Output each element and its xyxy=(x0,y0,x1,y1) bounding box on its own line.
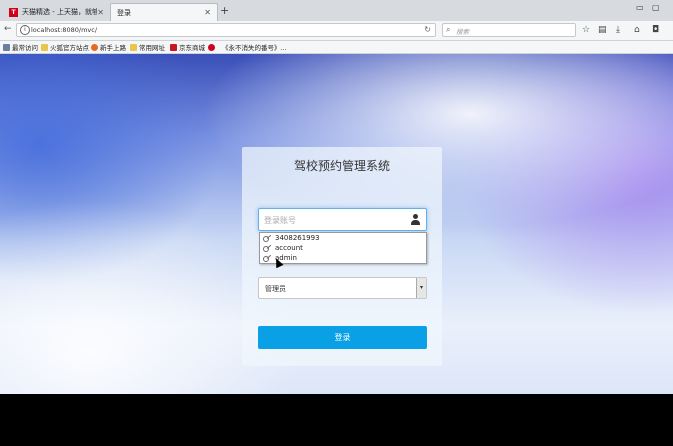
account-placeholder: 登录账号 xyxy=(264,216,296,225)
bookmark-item[interactable]: 新手上路 xyxy=(91,42,126,52)
tmall-favicon-icon: T xyxy=(9,7,18,17)
tab-tmall[interactable]: T 天猫精选 - 上天猫，就够了 ✕ xyxy=(3,3,110,21)
bookmark-label: 常用网址 xyxy=(139,44,165,52)
pocket-icon[interactable]: ◘ xyxy=(652,25,659,35)
autocomplete-label: 3408261993 xyxy=(275,234,320,242)
bookmark-item[interactable]: 最常访问 xyxy=(3,42,38,52)
autocomplete-dropdown: 3408261993 account admin xyxy=(259,232,427,264)
bookmarks-bar: 最常访问 火狐官方站点 新手上路 常用网址 京东商城 《永不消失的番号》... xyxy=(0,41,673,54)
bookmark-star-icon[interactable]: ☆ xyxy=(582,25,590,35)
folder-icon xyxy=(41,43,48,51)
autocomplete-item[interactable]: 3408261993 xyxy=(260,233,426,243)
chevron-down-icon[interactable]: ▾ xyxy=(416,278,426,298)
search-placeholder: 搜索 xyxy=(456,28,469,36)
key-icon xyxy=(263,255,272,262)
new-tab-button[interactable]: + xyxy=(220,4,229,17)
close-tab-icon[interactable]: ✕ xyxy=(204,8,211,17)
search-icon: ⌕ xyxy=(446,25,451,34)
navigation-bar: ← i localhost:8080/mvc/ ↻ ⌕ 搜索 ☆ ▤ ⤓ ⌂ ◘ xyxy=(0,21,673,41)
autocomplete-label: account xyxy=(275,244,303,252)
bookmark-label: 新手上路 xyxy=(100,44,126,52)
autocomplete-item[interactable]: account xyxy=(260,243,426,253)
role-select[interactable]: 管理员 ▾ xyxy=(258,277,427,299)
back-icon[interactable]: ← xyxy=(4,24,12,34)
bookmark-item[interactable]: 京东商城 xyxy=(170,42,205,52)
key-icon xyxy=(263,235,272,242)
bookmark-label: 《永不消失的番号》... xyxy=(222,44,287,52)
folder-icon xyxy=(130,43,137,51)
user-icon xyxy=(411,214,420,225)
url-bar[interactable]: i localhost:8080/mvc/ ↻ xyxy=(16,23,436,37)
download-icon[interactable]: ⤓ xyxy=(616,25,620,35)
login-button[interactable]: 登录 xyxy=(258,326,427,349)
jd-icon xyxy=(170,43,177,51)
firefox-icon xyxy=(91,43,98,51)
bookmarks-list-icon xyxy=(3,43,10,51)
bookmark-label: 京东商城 xyxy=(179,44,205,52)
page-title: 驾校预约管理系统 xyxy=(293,159,390,173)
account-input[interactable]: 登录账号 xyxy=(258,208,427,231)
bookmark-item[interactable]: 常用网址 xyxy=(130,42,165,52)
url-text: localhost:8080/mvc/ xyxy=(31,26,98,34)
video-icon xyxy=(208,43,215,51)
tab-login[interactable]: 登录 ✕ xyxy=(110,3,218,21)
tab-title: 登录 xyxy=(117,8,131,17)
tab-title: 天猫精选 - 上天猫，就够了 xyxy=(22,8,98,16)
page-background: 驾校预约管理系统 登录账号 3408261993 account admin 管… xyxy=(0,54,673,394)
bookmark-label: 火狐官方站点 xyxy=(50,44,89,52)
search-input[interactable]: ⌕ 搜索 xyxy=(442,23,576,37)
close-tab-icon[interactable]: ✕ xyxy=(97,8,104,17)
bookmark-label: 最常访问 xyxy=(12,44,38,52)
minimize-icon[interactable]: ▭ xyxy=(636,3,644,12)
reading-list-icon[interactable]: ▤ xyxy=(598,25,607,35)
bookmark-item[interactable]: 火狐官方站点 xyxy=(41,42,89,52)
key-icon xyxy=(263,245,272,252)
info-icon[interactable]: i xyxy=(20,25,30,35)
role-value: 管理员 xyxy=(265,285,286,293)
bookmark-item[interactable]: 《永不消失的番号》... xyxy=(208,42,287,52)
reload-icon[interactable]: ↻ xyxy=(424,25,431,34)
maximize-icon[interactable]: ▢ xyxy=(652,3,660,12)
tab-bar: T 天猫精选 - 上天猫，就够了 ✕ 登录 ✕ + ▭ ▢ xyxy=(0,0,673,21)
autocomplete-item[interactable]: admin xyxy=(260,253,426,263)
login-panel: 驾校预约管理系统 登录账号 3408261993 account admin 管… xyxy=(242,147,442,366)
home-icon[interactable]: ⌂ xyxy=(634,25,640,35)
